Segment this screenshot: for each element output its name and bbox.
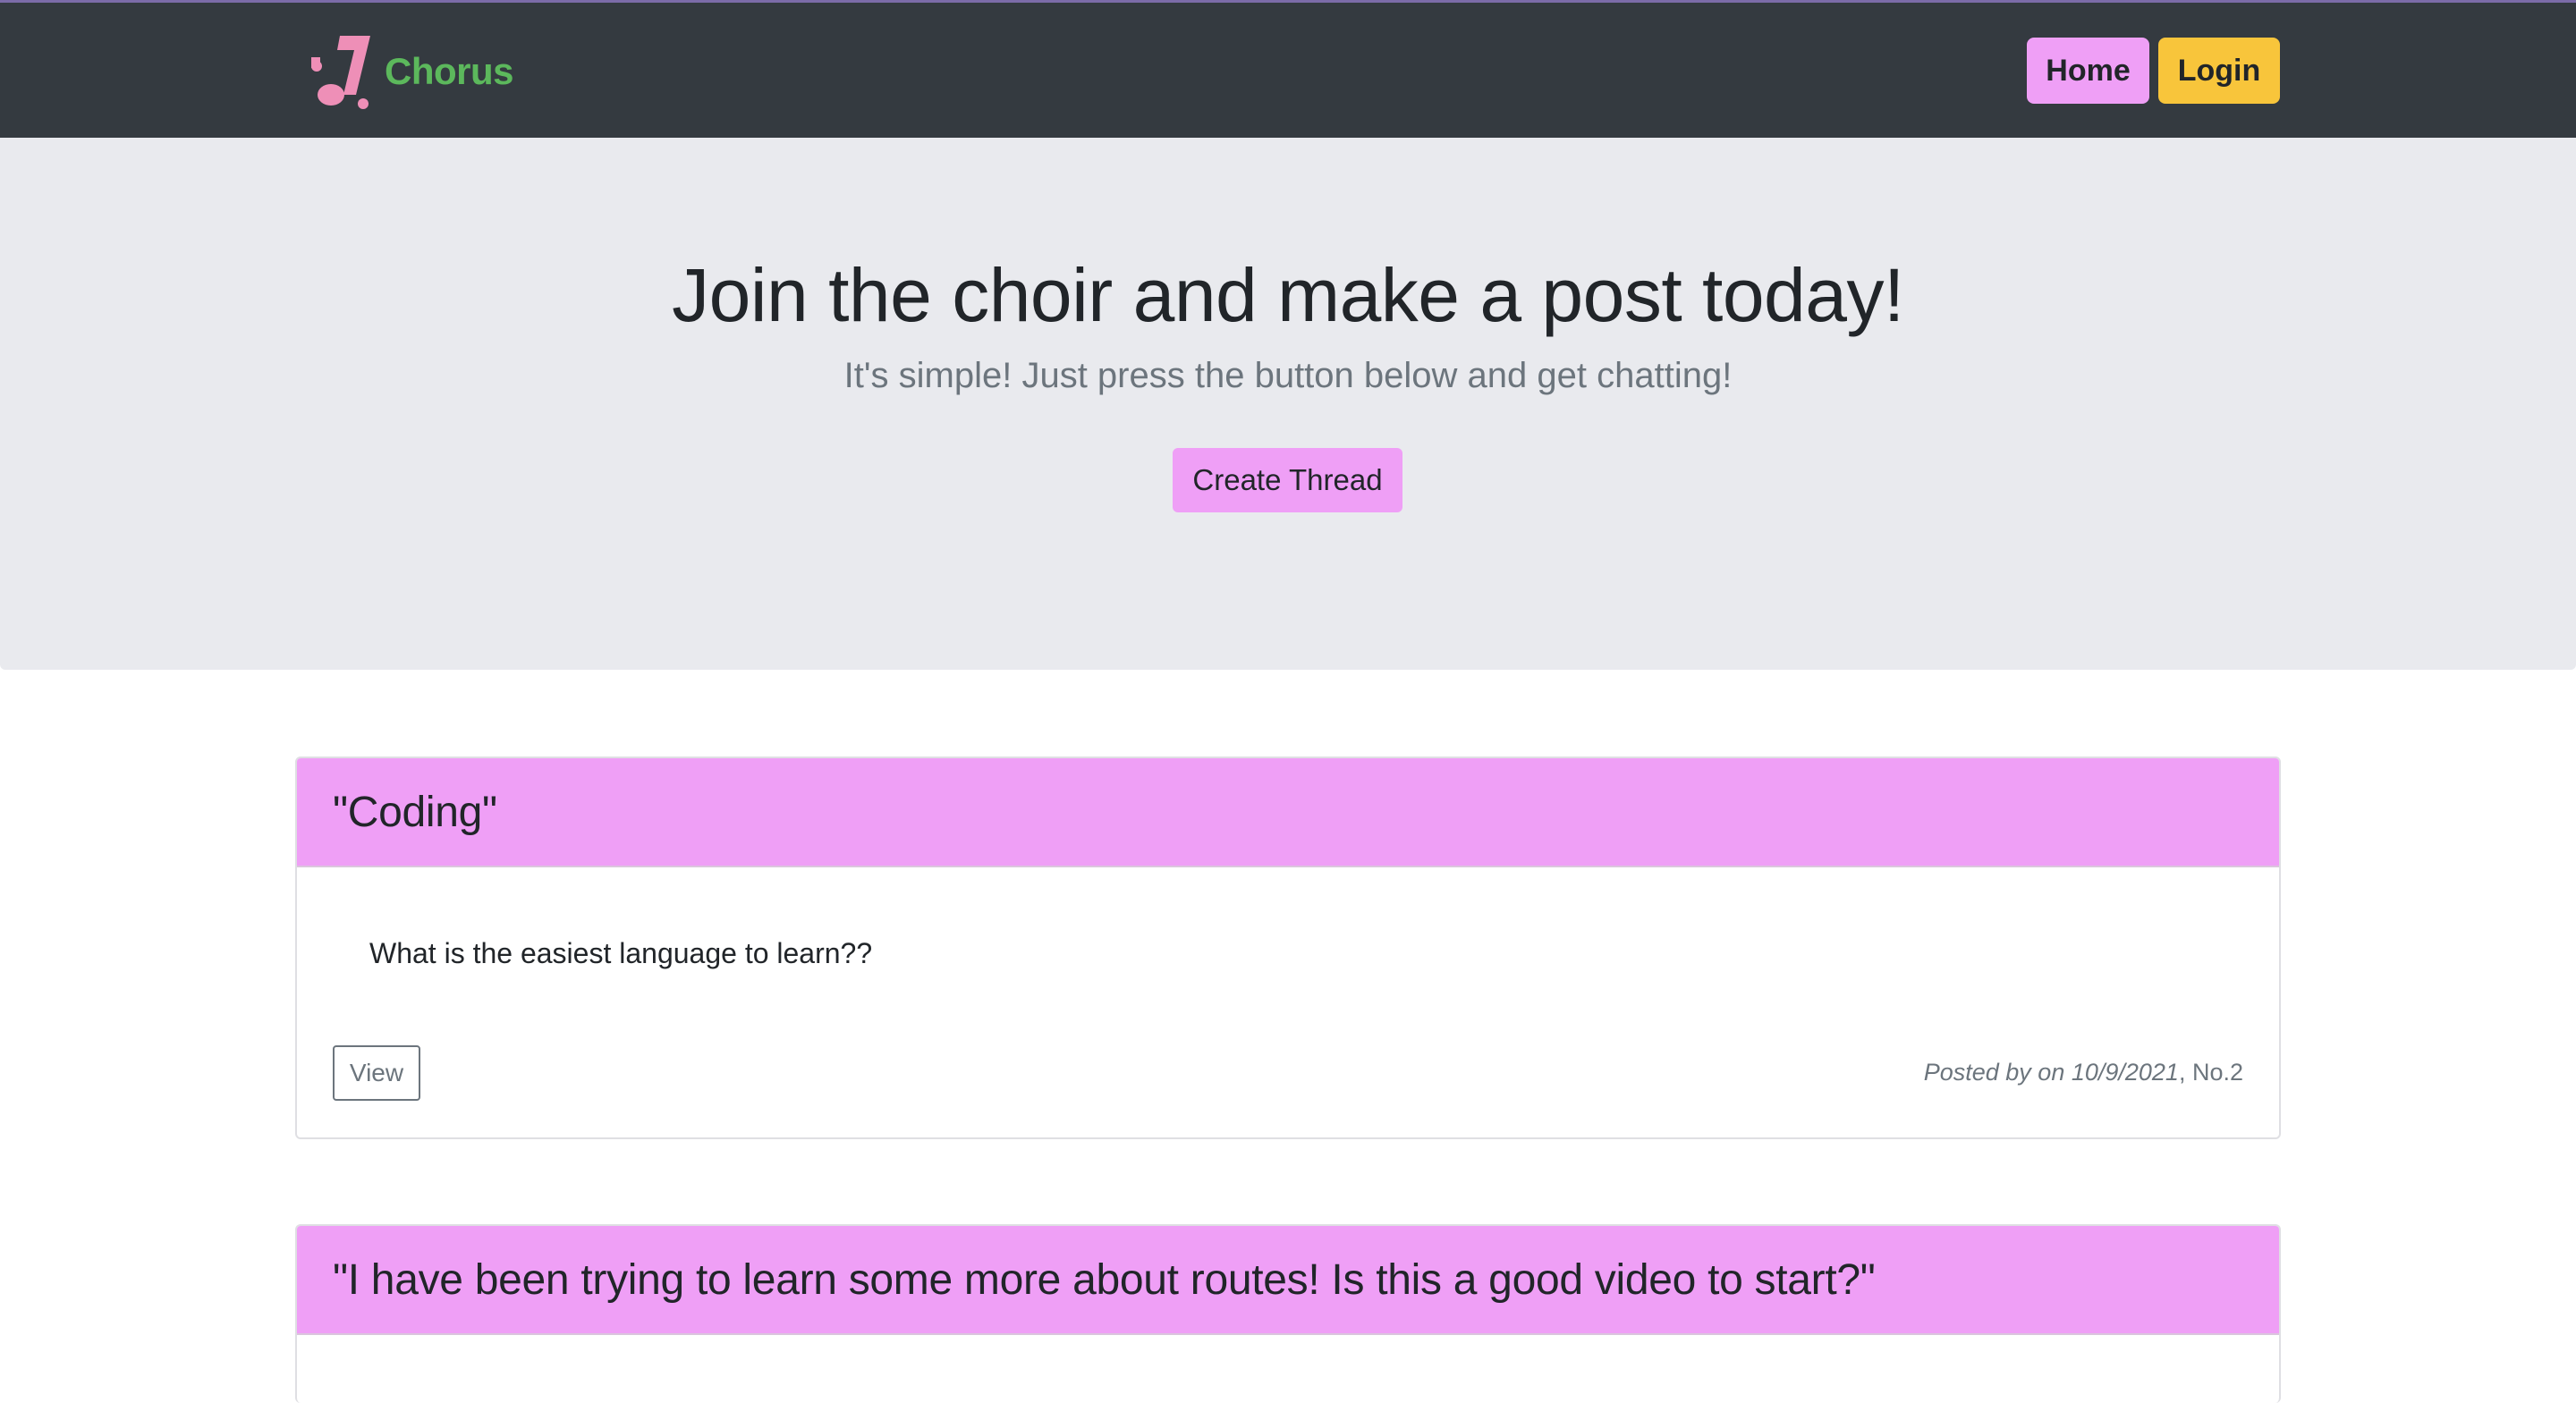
thread-card: "Coding" What is the easiest language to…	[295, 756, 2281, 1139]
thread-title: "I have been trying to learn some more a…	[333, 1255, 1876, 1304]
thread-card: "I have been trying to learn some more a…	[295, 1224, 2281, 1403]
brand-link[interactable]: Chorus	[304, 32, 514, 111]
thread-meta: Posted by on 10/9/2021, No.2	[1924, 1059, 2243, 1086]
brand-name: Chorus	[385, 50, 514, 92]
hero-subtitle: It's simple! Just press the button below…	[843, 356, 1733, 395]
thread-card-header: "Coding"	[297, 758, 2279, 867]
thread-card-header: "I have been trying to learn some more a…	[297, 1226, 2279, 1335]
create-thread-button[interactable]: Create Thread	[1173, 448, 1402, 512]
hero-title: Join the choir and make a post today!	[672, 253, 1904, 337]
hero-jumbotron: Join the choir and make a post today! It…	[0, 138, 2576, 670]
thread-posted-info: Posted by on 10/9/2021	[1923, 1059, 2179, 1086]
thread-number: , No.2	[2178, 1059, 2243, 1086]
login-button[interactable]: Login	[2158, 38, 2280, 104]
thread-title: "Coding"	[333, 788, 497, 836]
top-border	[0, 0, 2576, 3]
thread-body-text: What is the easiest language to learn??	[369, 937, 873, 969]
navbar: Chorus Home Login	[0, 0, 2576, 138]
music-note-icon	[311, 36, 370, 109]
view-thread-button[interactable]: View	[333, 1045, 420, 1101]
thread-card-body: What is the easiest language to learn?? …	[297, 867, 2279, 1136]
home-button[interactable]: Home	[2027, 38, 2149, 104]
